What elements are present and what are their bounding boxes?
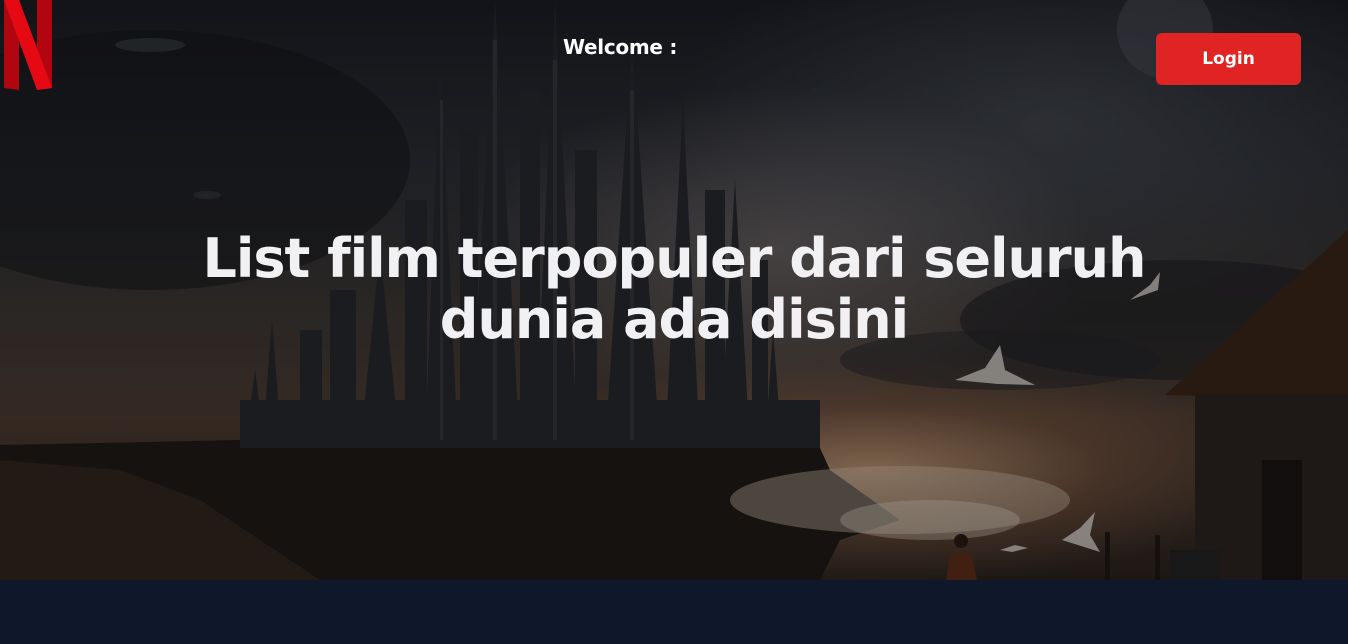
login-button[interactable]: Login	[1156, 33, 1301, 85]
hero-headline: List film terpopuler dari seluruh dunia …	[202, 227, 1146, 351]
content-section	[0, 580, 1348, 644]
netflix-logo[interactable]	[0, 0, 56, 92]
welcome-text: Welcome :	[563, 35, 678, 59]
hero-section: Welcome : Login List film terpopuler dar…	[0, 0, 1348, 580]
